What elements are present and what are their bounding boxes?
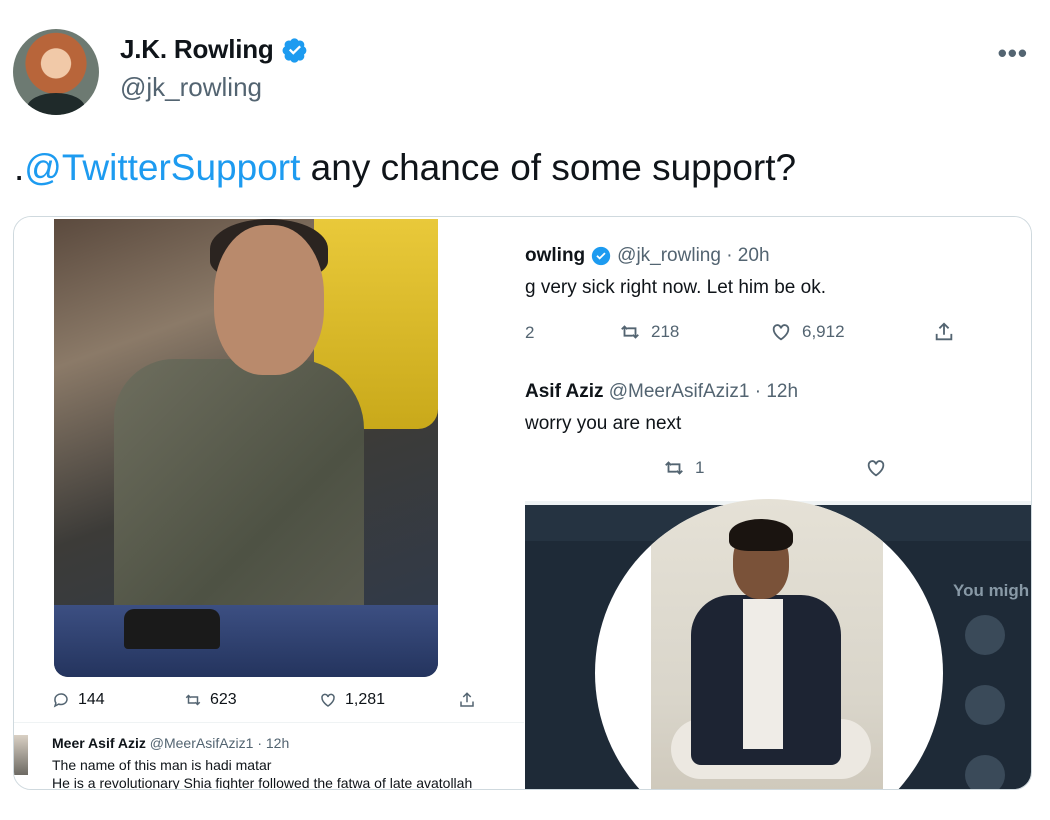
reply-author-name: Meer Asif Aziz <box>52 735 146 751</box>
heart-icon <box>867 460 885 477</box>
quoted-retweet-stat: 218 <box>619 321 679 343</box>
mention-link[interactable]: @TwitterSupport <box>24 147 300 188</box>
share-stat <box>458 691 476 709</box>
quoted-author-name: owling <box>525 245 586 266</box>
quoted-reply-author-handle: @MeerAsifAziz1 · 12h <box>608 381 799 402</box>
reply-header: Meer Asif Aziz @MeerAsifAziz1 · 12h <box>52 735 289 751</box>
like-stat: 1,281 <box>319 691 385 709</box>
share-icon <box>935 322 953 341</box>
quoted-reply-like-stat <box>865 457 887 479</box>
retweet-icon <box>621 325 639 339</box>
author-avatar[interactable] <box>13 29 99 115</box>
author-name-row[interactable]: J.K. Rowling <box>120 34 308 65</box>
verified-badge-icon <box>282 37 306 63</box>
quoted-tweet-text: g very sick right now. Let him be ok. <box>525 277 826 298</box>
retweet-count: 623 <box>210 691 237 708</box>
retweet-icon <box>665 461 683 475</box>
quoted-share-stat <box>933 321 955 343</box>
author-name[interactable]: J.K. Rowling <box>120 34 274 65</box>
quoted-author-handle: @jk_rowling · 20h <box>617 245 770 266</box>
tweet-media[interactable]: 144 623 1,281 Meer Asif Aziz @MeerAsifAz… <box>13 216 1032 790</box>
quoted-reply-header: Asif Aziz @MeerAsifAziz1 · 12h <box>525 381 798 403</box>
sidebar-title: You migh <box>953 581 1030 600</box>
suggested-avatar <box>965 685 1005 725</box>
quoted-reply-stat: 2 <box>525 323 534 343</box>
profile-photo <box>651 499 883 789</box>
reply-text-line2: He is a revolutionary Shia fighter follo… <box>52 775 473 790</box>
quoted-reply-text: worry you are next <box>525 413 682 434</box>
heart-icon <box>321 693 335 707</box>
divider <box>14 722 524 723</box>
reply-icon <box>53 693 68 708</box>
reply-author-avatar <box>14 735 28 775</box>
like-count: 1,281 <box>345 691 386 708</box>
heart-icon <box>772 324 790 341</box>
media-image-right[interactable]: owling @jk_rowling · 20h g very sick rig… <box>525 217 1031 789</box>
profile-photo-circle <box>595 499 943 789</box>
suggested-avatar <box>965 755 1005 789</box>
reply-count: 144 <box>78 691 105 708</box>
quoted-retweet-count: 218 <box>651 322 680 341</box>
suggested-avatar <box>965 615 1005 655</box>
quoted-reply-count: 2 <box>525 323 535 342</box>
more-options-icon[interactable]: ••• <box>998 38 1028 69</box>
retweet-stat: 623 <box>184 691 237 709</box>
quoted-reply-retweet-count: 1 <box>695 458 705 477</box>
share-icon <box>460 692 474 707</box>
reply-stat: 144 <box>52 691 105 709</box>
reply-text-line1: The name of this man is hadi matar <box>52 757 272 773</box>
quoted-reply-retweet-stat: 1 <box>663 457 704 479</box>
quoted-tweet-header: owling @jk_rowling · 20h <box>525 245 770 267</box>
quoted-like-count: 6,912 <box>802 322 845 341</box>
suspect-photo <box>54 219 438 677</box>
tweet-text-prefix: . <box>14 147 25 188</box>
tweet-text: .@TwitterSupport any chance of some supp… <box>14 145 796 191</box>
reply-author-handle: @MeerAsifAziz1 · 12h <box>149 735 290 751</box>
profile-screenshot: You migh <box>525 499 1031 789</box>
quoted-like-stat: 6,912 <box>770 321 845 343</box>
media-image-left[interactable]: 144 623 1,281 Meer Asif Aziz @MeerAsifAz… <box>14 217 524 790</box>
tweet-text-rest: any chance of some support? <box>300 147 797 188</box>
verified-badge-icon <box>591 246 611 266</box>
author-handle[interactable]: @jk_rowling <box>120 72 262 103</box>
quoted-reply-author-name: Asif Aziz <box>525 381 604 402</box>
retweet-icon <box>185 694 201 706</box>
